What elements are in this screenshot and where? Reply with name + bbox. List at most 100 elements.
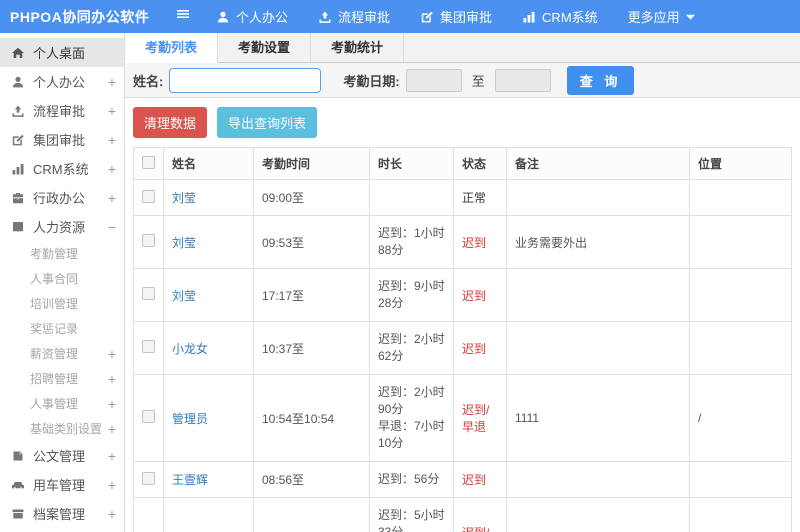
duration-cell: 迟到：5小时33分早退：4小时67分: [369, 497, 454, 532]
sidebar-item-label: 行政办公: [33, 191, 86, 206]
duration-cell: 迟到：1小时88分: [369, 215, 454, 269]
sidebar-item-2[interactable]: 个人办公 +: [0, 67, 124, 96]
sidebar-item-15[interactable]: 基础类别设置 +: [0, 416, 124, 441]
date-label: 考勤日期:: [343, 73, 400, 89]
column-header: 位置: [689, 147, 792, 180]
nav-item-1[interactable]: 个人办公: [216, 7, 288, 26]
duration-cell: 迟到：2小时62分: [369, 321, 454, 375]
sidebar-item-label: 薪资管理: [30, 347, 79, 361]
attendance-time-cell: 10:54至10:54: [253, 374, 370, 462]
expand-toggle-icon[interactable]: −: [108, 219, 116, 235]
nav-item-2[interactable]: 流程审批: [318, 7, 390, 26]
sidebar-item-label: 奖惩记录: [30, 322, 79, 336]
column-header: 状态: [453, 147, 507, 180]
employee-name-link[interactable]: 管理员: [172, 412, 208, 426]
home-icon: [10, 46, 25, 60]
query-button[interactable]: 查 询: [566, 65, 635, 95]
date-from-input[interactable]: [405, 68, 462, 92]
sidebar-item-13[interactable]: 招聘管理 +: [0, 366, 124, 391]
sidebar-item-14[interactable]: 人事管理 +: [0, 391, 124, 416]
sidebar-item-8[interactable]: 考勤管理: [0, 241, 124, 266]
nav-item-label: 个人办公: [236, 10, 289, 25]
employee-name-link[interactable]: 小龙女: [172, 342, 208, 356]
sidebar-item-18[interactable]: 档案管理 +: [0, 499, 124, 528]
sidebar-item-label: 档案管理: [33, 507, 86, 522]
name-input[interactable]: [169, 67, 322, 93]
row-checkbox[interactable]: [142, 189, 155, 203]
employee-name-link[interactable]: 刘莹: [172, 236, 196, 250]
note-cell: [506, 321, 690, 375]
caret-down-icon: [685, 14, 695, 20]
attendance-time-cell: 17:17至: [253, 268, 370, 322]
sidebar-item-6[interactable]: 行政办公 +: [0, 183, 124, 212]
expand-toggle-icon[interactable]: +: [108, 477, 116, 493]
expand-toggle-icon[interactable]: +: [108, 190, 116, 206]
date-to-input[interactable]: [494, 68, 551, 92]
table-row: 刘莹 09:00至 正常: [133, 179, 792, 216]
duration-cell: 迟到：2小时90分 早退：7小时10分: [369, 374, 454, 462]
sidebar-item-3[interactable]: 流程审批 +: [0, 96, 124, 125]
row-checkbox[interactable]: [142, 471, 155, 485]
sidebar-item-19[interactable]: 项目管理+: [0, 528, 124, 532]
hamburger-menu-icon[interactable]: [168, 7, 198, 26]
nav-item-4[interactable]: CRM系统: [522, 7, 598, 26]
sidebar-item-7[interactable]: 人力资源 −: [0, 212, 124, 241]
tab-1[interactable]: 考勤列表: [125, 33, 219, 63]
expand-toggle-icon[interactable]: +: [108, 161, 116, 177]
expand-toggle-icon[interactable]: +: [108, 74, 116, 90]
column-header: 时长: [369, 147, 454, 180]
sidebar-item-16[interactable]: 公文管理 +: [0, 441, 124, 470]
row-checkbox[interactable]: [142, 287, 155, 300]
sidebar-item-1[interactable]: 个人桌面: [0, 38, 124, 67]
row-checkbox[interactable]: [142, 340, 155, 353]
note-cell: [506, 268, 690, 322]
expand-toggle-icon[interactable]: +: [108, 132, 116, 148]
sidebar-item-17[interactable]: 用车管理 +: [0, 470, 124, 499]
status-cell: 迟到/早退: [453, 374, 507, 462]
expand-toggle-icon[interactable]: +: [108, 506, 116, 522]
row-checkbox[interactable]: [142, 234, 155, 247]
tab-3[interactable]: 考勤统计: [311, 33, 405, 62]
row-checkbox[interactable]: [142, 410, 155, 423]
sidebar-item-12[interactable]: 薪资管理 +: [0, 341, 124, 366]
expand-toggle-icon[interactable]: +: [108, 371, 116, 387]
document-icon: [10, 449, 25, 463]
note-cell: [506, 461, 690, 498]
note-cell: [506, 179, 690, 216]
expand-toggle-icon[interactable]: +: [108, 396, 116, 412]
name-label: 姓名:: [133, 73, 164, 89]
column-header: 考勤时间: [253, 147, 370, 180]
sidebar-item-9[interactable]: 人事合同: [0, 266, 124, 291]
briefcase-icon: [10, 191, 25, 205]
table-row: 管理员 10:54至10:54 迟到：2小时90分 早退：7小时10分 迟到/早退 111…: [133, 374, 792, 462]
table-row: 王壹辉 08:56至 迟到：56分 迟到: [133, 461, 792, 498]
employee-name-link[interactable]: 刘莹: [172, 191, 196, 205]
duration-cell: 迟到：9小时28分: [369, 268, 454, 322]
tab-bar: 考勤列表 考勤设置 考勤统计: [125, 33, 800, 63]
expand-toggle-icon[interactable]: +: [108, 421, 116, 437]
sidebar-item-label: 人事合同: [30, 272, 79, 286]
status-cell: 迟到: [453, 461, 507, 498]
attendance-time-cell: 10:37至: [253, 321, 370, 375]
sidebar-item-11[interactable]: 奖惩记录: [0, 316, 124, 341]
tab-2[interactable]: 考勤设置: [218, 33, 312, 62]
expand-toggle-icon[interactable]: +: [108, 103, 116, 119]
export-list-button[interactable]: 导出查询列表: [217, 107, 318, 138]
sidebar-item-10[interactable]: 培训管理: [0, 291, 124, 316]
attendance-table: 姓名 考勤时间 时长 状态 备注 位置 刘莹 09:00至 正常 刘莹 09:53至 迟到：1小时8…: [133, 147, 792, 532]
nav-item-5[interactable]: 更多应用: [628, 7, 695, 26]
expand-toggle-icon[interactable]: +: [108, 448, 116, 464]
employee-name-link[interactable]: 王壹辉: [172, 473, 208, 487]
upload-icon: [10, 104, 25, 118]
sidebar-item-label: 招聘管理: [30, 372, 79, 386]
sidebar-item-5[interactable]: CRM系统 +: [0, 154, 124, 183]
employee-name-link[interactable]: 刘莹: [172, 289, 196, 303]
expand-toggle-icon[interactable]: +: [108, 346, 116, 362]
sidebar-item-4[interactable]: 集团审批 +: [0, 125, 124, 154]
location-cell: /: [689, 497, 792, 532]
clean-data-button[interactable]: 清理数据: [133, 107, 208, 138]
select-all-checkbox[interactable]: [142, 155, 155, 169]
sidebar-item-label: 用车管理: [33, 478, 86, 493]
nav-item-3[interactable]: 集团审批: [420, 7, 492, 26]
status-cell: 迟到: [453, 215, 507, 269]
